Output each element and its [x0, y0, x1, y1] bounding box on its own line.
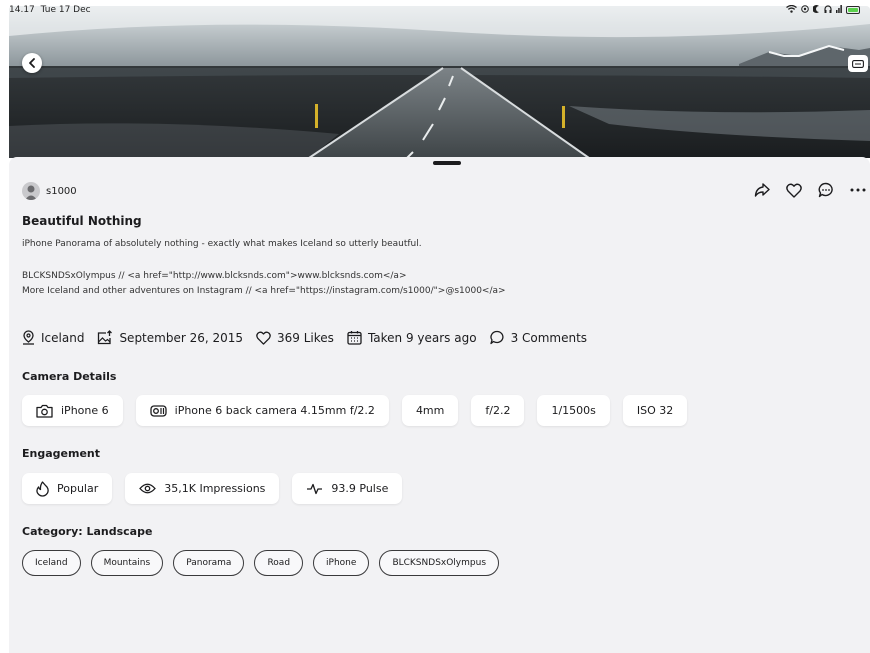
description-line: More Iceland and other adventures on Ins…	[22, 286, 506, 296]
at-icon	[801, 4, 809, 16]
battery-icon	[846, 6, 860, 14]
engagement-title: Engagement	[22, 447, 100, 460]
tag-chip[interactable]: iPhone	[313, 550, 370, 576]
share-icon	[754, 183, 770, 197]
calendar-icon	[347, 331, 362, 345]
aperture-chip[interactable]: f/2.2	[471, 395, 525, 426]
comment-button[interactable]	[817, 181, 835, 199]
engagement-chips: Popular 35,1K Impressions 93.9 Pulse	[22, 473, 403, 504]
sheet-grabber[interactable]	[433, 161, 461, 165]
location-item[interactable]: Iceland	[22, 330, 84, 345]
more-button[interactable]	[849, 181, 867, 199]
category-title: Category: Landscape	[22, 525, 153, 538]
category-tags: Iceland Mountains Panorama Road iPhone B…	[22, 550, 500, 576]
tag-chip[interactable]: Road	[254, 550, 304, 576]
tag-chip[interactable]: Iceland	[22, 550, 81, 576]
popular-chip[interactable]: Popular	[22, 473, 113, 504]
comments-item[interactable]: 3 Comments	[489, 330, 588, 345]
likes-label: 369 Likes	[277, 330, 334, 345]
taken-item: Taken 9 years ago	[347, 330, 477, 345]
upload-date-item: September 26, 2015	[97, 330, 243, 345]
popular-label: Popular	[57, 482, 99, 495]
location-label: Iceland	[41, 330, 85, 345]
chat-bubble-icon	[818, 182, 833, 198]
photo-meta-row: Iceland September 26, 2015 369 Likes Tak…	[22, 330, 600, 345]
status-time: 14.17 Tue 17 Dec	[9, 5, 91, 15]
photo-description: iPhone Panorama of absolutely nothing - …	[22, 237, 506, 299]
camera-chips: iPhone 6 iPhone 6 back camera 4.15mm f/2…	[22, 395, 688, 426]
pulse-chip[interactable]: 93.9 Pulse	[292, 473, 403, 504]
description-line: iPhone Panorama of absolutely nothing - …	[22, 239, 422, 249]
heart-icon	[786, 183, 802, 198]
device-label: iPhone 6	[61, 404, 109, 417]
share-button[interactable]	[753, 181, 771, 199]
aperture-label: f/2.2	[485, 404, 511, 417]
moon-icon	[812, 4, 820, 16]
status-date: Tue 17 Dec	[40, 5, 91, 15]
shutter-label: 1/1500s	[551, 404, 596, 417]
comments-label: 3 Comments	[510, 330, 588, 345]
status-clock: 14.17	[9, 5, 35, 15]
username[interactable]: s1000	[46, 186, 77, 197]
camera-icon	[36, 404, 53, 418]
description-line: BLCKSNDSxOlympus // <a href="http://www.…	[22, 271, 407, 281]
tag-chip[interactable]: Panorama	[173, 550, 245, 576]
status-bar: 14.17 Tue 17 Dec	[0, 0, 870, 20]
avatar[interactable]	[22, 182, 40, 200]
image-upload-icon	[98, 330, 113, 345]
chevron-left-icon	[29, 58, 35, 68]
heart-icon	[256, 330, 271, 345]
taken-label: Taken 9 years ago	[367, 330, 477, 345]
fullscreen-button[interactable]	[848, 55, 868, 72]
lens-icon	[149, 404, 167, 417]
pulse-icon	[307, 483, 323, 494]
pulse-label: 93.9 Pulse	[331, 482, 389, 495]
user-row[interactable]: s1000	[22, 182, 77, 200]
more-icon	[850, 188, 866, 192]
lens-chip[interactable]: iPhone 6 back camera 4.15mm f/2.2	[135, 395, 389, 426]
flame-icon	[36, 480, 49, 497]
action-bar	[753, 181, 867, 199]
like-button[interactable]	[785, 181, 803, 199]
lens-label: iPhone 6 back camera 4.15mm f/2.2	[174, 404, 375, 417]
iso-chip[interactable]: ISO 32	[622, 395, 688, 426]
wifi-icon	[786, 4, 797, 16]
back-button[interactable]	[22, 53, 42, 73]
status-icons	[786, 4, 860, 16]
impressions-chip[interactable]: 35,1K Impressions	[125, 473, 280, 504]
shutter-chip[interactable]: 1/1500s	[537, 395, 610, 426]
tag-chip[interactable]: BLCKSNDSxOlympus	[379, 550, 500, 576]
comment-icon	[489, 330, 504, 345]
photo-title: Beautiful Nothing	[22, 214, 142, 228]
device-chip[interactable]: iPhone 6	[22, 395, 123, 426]
headphones-icon	[824, 4, 832, 16]
focal-length-chip[interactable]: 4mm	[401, 395, 459, 426]
likes-item[interactable]: 369 Likes	[256, 331, 334, 345]
photo-details-sheet: s1000 Beautiful Nothing iPhone Panorama …	[9, 157, 870, 653]
focal-length-label: 4mm	[415, 404, 445, 417]
expand-icon	[852, 59, 864, 68]
iso-label: ISO 32	[636, 404, 674, 417]
upload-date-label: September 26, 2015	[119, 330, 244, 345]
location-pin-icon	[23, 330, 34, 345]
signal-icon	[836, 4, 842, 16]
eye-icon	[139, 483, 157, 494]
camera-details-title: Camera Details	[22, 370, 117, 383]
tag-chip[interactable]: Mountains	[90, 550, 164, 576]
impressions-label: 35,1K Impressions	[164, 482, 266, 495]
hero-image	[9, 6, 870, 158]
